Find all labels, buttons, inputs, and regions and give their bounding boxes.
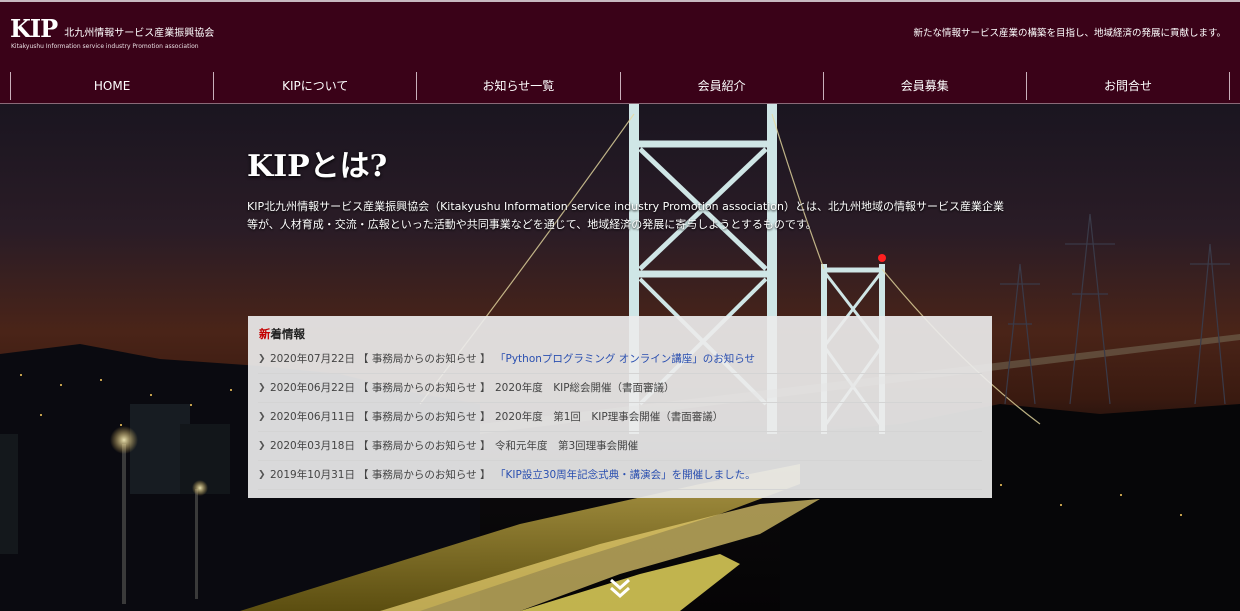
news-subject: 2020年度 KIP総会開催（書面審議） [495, 382, 675, 394]
news-title: 新着情報 [259, 327, 305, 341]
news-panel: 新着情報 ❯ 2020年07月22日 【 事務局からのお知らせ 】 「Pytho… [248, 316, 992, 498]
news-category: 【 事務局からのお知らせ 】 [358, 469, 491, 481]
nav-contact[interactable]: お問合せ [1025, 72, 1231, 100]
news-subject: 2020年度 第1回 KIP理事会開催（書面審議） [495, 411, 724, 423]
news-title-accent: 新 [259, 327, 271, 341]
news-category: 【 事務局からのお知らせ 】 [358, 353, 491, 365]
news-item: ❯ 2020年06月22日 【 事務局からのお知らせ 】 2020年度 KIP総… [258, 374, 982, 403]
hero-title: KIPとは? [247, 149, 388, 184]
news-list: ❯ 2020年07月22日 【 事務局からのお知らせ 】 「Pythonプログラ… [258, 345, 982, 490]
chevron-right-icon: ❯ [258, 441, 266, 451]
chevron-right-icon: ❯ [258, 470, 266, 480]
nav-members[interactable]: 会員紹介 [619, 72, 823, 100]
news-date: 2020年06月22日 [270, 382, 355, 394]
news-link[interactable]: 「Pythonプログラミング オンライン講座」のお知らせ [495, 347, 755, 371]
nav-about[interactable]: KIPについて [213, 72, 416, 100]
chevron-right-icon: ❯ [258, 383, 266, 393]
logo-mark: KIP [10, 14, 58, 43]
news-item: ❯ 2019年10月31日 【 事務局からのお知らせ 】 「KIP設立30周年記… [258, 461, 982, 490]
nav-news[interactable]: お知らせ一覧 [416, 72, 619, 100]
logo-name: 北九州情報サービス産業振興協会 [64, 28, 215, 39]
news-date: 2020年03月18日 [270, 440, 355, 452]
news-category: 【 事務局からのお知らせ 】 [358, 440, 491, 452]
nav-home[interactable]: HOME [10, 72, 213, 100]
double-chevron-down-icon[interactable] [608, 576, 632, 600]
chevron-right-icon: ❯ [258, 412, 266, 422]
site-header: KIP 北九州情報サービス産業振興協会 Kitakyushu Informati… [0, 0, 1240, 104]
news-item: ❯ 2020年03月18日 【 事務局からのお知らせ 】 令和元年度 第3回理事… [258, 432, 982, 461]
news-title-rest: 着情報 [270, 327, 306, 341]
news-category: 【 事務局からのお知らせ 】 [358, 382, 491, 394]
site-tagline: 新たな情報サービス産業の構築を目指し、地域経済の発展に貢献します。 [913, 28, 1226, 39]
nav-recruit[interactable]: 会員募集 [822, 72, 1026, 100]
news-item: ❯ 2020年06月11日 【 事務局からのお知らせ 】 2020年度 第1回 … [258, 403, 982, 432]
logo-subtitle: Kitakyushu Information service industry … [11, 43, 199, 50]
hero-description: KIP北九州情報サービス産業振興協会（Kitakyushu Informatio… [247, 200, 1004, 231]
main-nav: HOME KIPについて お知らせ一覧 会員紹介 会員募集 お問合せ [10, 72, 1231, 100]
news-date: 2019年10月31日 [270, 469, 355, 481]
site-logo[interactable]: KIP 北九州情報サービス産業振興協会 Kitakyushu Informati… [10, 14, 215, 51]
news-link[interactable]: 「KIP設立30周年記念式典・講演会」を開催しました。 [495, 463, 756, 487]
chevron-right-icon: ❯ [258, 354, 266, 364]
news-date: 2020年07月22日 [270, 353, 355, 365]
news-item: ❯ 2020年07月22日 【 事務局からのお知らせ 】 「Pythonプログラ… [258, 345, 982, 374]
news-category: 【 事務局からのお知らせ 】 [358, 411, 491, 423]
news-subject: 令和元年度 第3回理事会開催 [495, 440, 639, 452]
news-date: 2020年06月11日 [270, 411, 355, 423]
